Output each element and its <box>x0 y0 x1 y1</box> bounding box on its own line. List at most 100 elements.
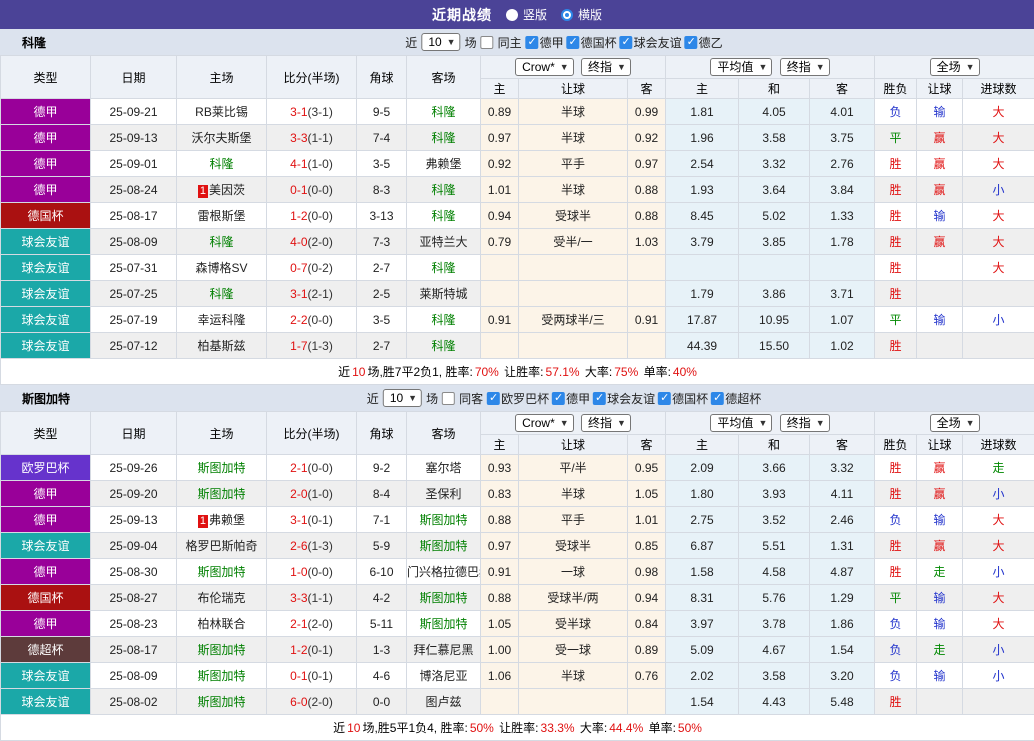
bookmaker-select[interactable]: Crow*▼ <box>515 414 574 432</box>
layout-vertical-radio[interactable]: 竖版 <box>506 6 547 23</box>
chevron-down-icon: ▼ <box>560 416 569 430</box>
team-name[interactable]: 科隆 <box>209 235 233 249</box>
same-venue-checkbox[interactable] <box>481 36 494 49</box>
final-odds-select[interactable]: 终指▼ <box>581 58 631 76</box>
away-team-cell: 科隆 <box>407 177 481 203</box>
team-name[interactable]: 科隆 <box>209 157 233 171</box>
away-team-cell: 科隆 <box>407 99 481 125</box>
team-name[interactable]: 科隆 <box>431 261 455 275</box>
league-checkbox[interactable]: ✓ <box>526 36 539 49</box>
radio-unselected-icon[interactable] <box>506 9 518 21</box>
competition-badge: 德甲 <box>1 481 91 507</box>
full-time-score: 2-1 <box>290 461 307 475</box>
team-name[interactable]: 科隆 <box>431 131 455 145</box>
team-name[interactable]: 科隆 <box>431 339 455 353</box>
league-checkbox[interactable]: ✓ <box>658 392 671 405</box>
col-home: 主场 <box>177 56 267 99</box>
match-date: 25-09-20 <box>91 481 177 507</box>
half-time-score: (3-1) <box>308 105 333 119</box>
home-team-cell: 柏基斯兹 <box>177 333 267 359</box>
away-team-cell: 科隆 <box>407 125 481 151</box>
score-cell: 0-1(0-0) <box>267 177 357 203</box>
avg-home-odds: 1.80 <box>666 481 739 507</box>
avg-away-odds: 1.78 <box>810 229 875 255</box>
handicap-away-odds: 0.89 <box>628 637 666 663</box>
competition-badge: 德甲 <box>1 177 91 203</box>
handicap-away-odds: 0.97 <box>628 151 666 177</box>
avg-draw-odds: 15.50 <box>739 333 810 359</box>
team-name[interactable]: 斯图加特 <box>419 591 467 605</box>
avg-draw-odds: 5.02 <box>739 203 810 229</box>
average-select[interactable]: 平均值▼ <box>710 414 772 432</box>
result-handicap: 输 <box>917 507 963 533</box>
same-venue-label: 同客 <box>459 390 483 407</box>
team-name[interactable]: 科隆 <box>431 209 455 223</box>
handicap-line: 平手 <box>519 507 628 533</box>
team-name[interactable]: 科隆 <box>431 183 455 197</box>
score-cell: 3-3(1-1) <box>267 125 357 151</box>
result-goals: 小 <box>963 481 1034 507</box>
home-team-cell: 斯图加特 <box>177 559 267 585</box>
team-name[interactable]: 斯图加特 <box>197 695 245 709</box>
league-checkbox[interactable]: ✓ <box>567 36 580 49</box>
matches-table-koln: 类型 日期 主场 比分(半场) 角球 客场 Crow*▼ 终指▼ 平均值▼ 终指… <box>0 55 1034 385</box>
col-handicap-away: 客 <box>628 79 666 99</box>
league-checkbox[interactable]: ✓ <box>685 36 698 49</box>
scope-select[interactable]: 全场▼ <box>930 414 980 432</box>
avg-draw-odds: 3.86 <box>739 281 810 307</box>
average-group-header: 平均值▼ 终指▼ <box>666 412 875 435</box>
header-group-row: 类型 日期 主场 比分(半场) 角球 客场 Crow*▼ 终指▼ 平均值▼ 终指… <box>1 56 1034 79</box>
layout-horizontal-radio[interactable]: 横版 <box>561 6 602 23</box>
handicap-line: 平手 <box>519 151 628 177</box>
match-row: 球会友谊25-09-04格罗巴斯帕奇2-6(1-3)5-9斯图加特0.97受球半… <box>1 533 1034 559</box>
half-time-score: (1-3) <box>308 339 333 353</box>
league-checkbox[interactable]: ✓ <box>711 392 724 405</box>
handicap-line: 平/半 <box>519 455 628 481</box>
same-venue-checkbox[interactable] <box>442 392 455 405</box>
team-name[interactable]: 斯图加特 <box>197 461 245 475</box>
full-time-score: 3-1 <box>290 105 307 119</box>
competition-badge: 德甲 <box>1 559 91 585</box>
match-count-select[interactable]: 10▼ <box>383 389 422 407</box>
final-odds-select[interactable]: 终指▼ <box>581 414 631 432</box>
full-time-score: 3-3 <box>290 591 307 605</box>
league-filter-list: ✓欧罗巴杯✓德甲✓球会友谊✓德国杯✓德超杯 <box>487 390 763 407</box>
league-checkbox[interactable]: ✓ <box>487 392 500 405</box>
col-corner: 角球 <box>357 412 407 455</box>
col-handicap-away: 客 <box>628 435 666 455</box>
away-team-cell: 斯图加特 <box>407 533 481 559</box>
average-select[interactable]: 平均值▼ <box>710 58 772 76</box>
team-name[interactable]: 斯图加特 <box>197 669 245 683</box>
avg-home-odds: 3.97 <box>666 611 739 637</box>
team-name[interactable]: 科隆 <box>431 105 455 119</box>
match-row: 德甲25-09-131弗赖堡3-1(0-1)7-1斯图加特0.88平手1.012… <box>1 507 1034 533</box>
summary-stat: 大率: <box>577 721 608 735</box>
radio-selected-icon[interactable] <box>561 9 573 21</box>
scope-select[interactable]: 全场▼ <box>930 58 980 76</box>
team-name[interactable]: 斯图加特 <box>419 539 467 553</box>
match-count-select[interactable]: 10▼ <box>421 33 460 51</box>
team-name[interactable]: 科隆 <box>209 287 233 301</box>
result-handicap: 输 <box>917 585 963 611</box>
corners-cell: 4-6 <box>357 663 407 689</box>
avg-home-odds: 1.54 <box>666 689 739 715</box>
avg-home-odds: 1.96 <box>666 125 739 151</box>
team-name[interactable]: 斯图加特 <box>197 643 245 657</box>
handicap-home-odds <box>481 255 519 281</box>
col-avg-draw: 和 <box>739 435 810 455</box>
team-name[interactable]: 斯图加特 <box>419 513 467 527</box>
match-date: 25-09-13 <box>91 507 177 533</box>
team-name[interactable]: 斯图加特 <box>197 565 245 579</box>
team-name[interactable]: 斯图加特 <box>197 487 245 501</box>
team-name[interactable]: 斯图加特 <box>419 617 467 631</box>
league-checkbox[interactable]: ✓ <box>552 392 565 405</box>
league-checkbox[interactable]: ✓ <box>593 392 606 405</box>
bookmaker-select[interactable]: Crow*▼ <box>515 58 574 76</box>
team-name[interactable]: 科隆 <box>431 313 455 327</box>
result-winlose: 胜 <box>875 151 917 177</box>
league-checkbox[interactable]: ✓ <box>620 36 633 49</box>
final-odds-select[interactable]: 终指▼ <box>780 414 830 432</box>
team-name: 幸运科隆 <box>197 313 245 327</box>
final-odds-select[interactable]: 终指▼ <box>780 58 830 76</box>
competition-badge: 球会友谊 <box>1 307 91 333</box>
